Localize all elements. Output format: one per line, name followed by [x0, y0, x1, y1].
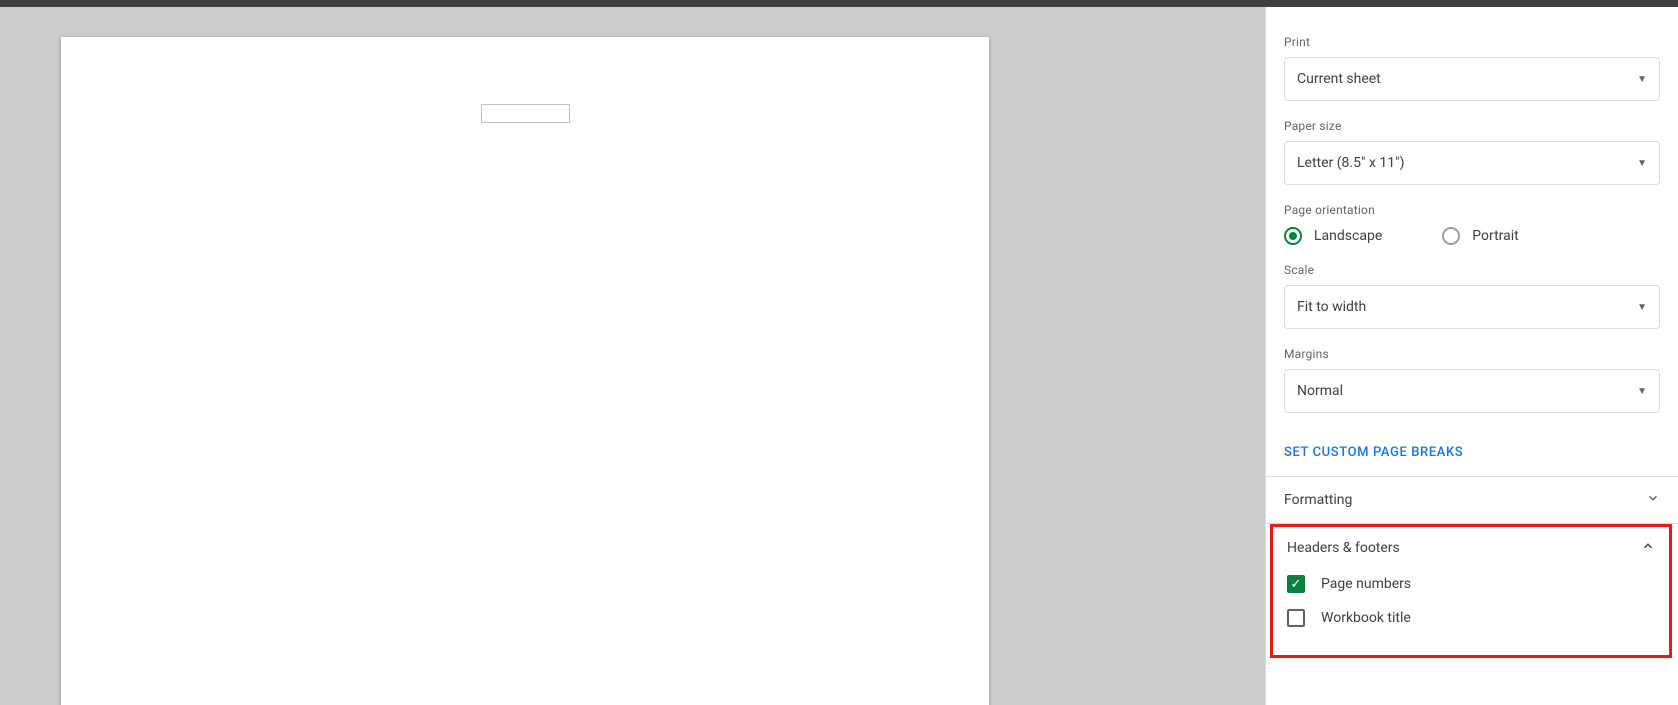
page-header-placeholder	[481, 104, 570, 123]
headers-footers-collapsible[interactable]: Headers & footers	[1273, 527, 1669, 567]
margins-section: Margins Normal ▼	[1266, 347, 1678, 431]
set-custom-page-breaks-link[interactable]: SET CUSTOM PAGE BREAKS	[1284, 431, 1660, 476]
margins-select[interactable]: Normal ▼	[1284, 369, 1660, 413]
dropdown-caret-icon: ▼	[1637, 74, 1647, 85]
page-numbers-checkbox-row[interactable]: ✓ Page numbers	[1273, 567, 1669, 601]
radio-selected-icon	[1284, 227, 1302, 245]
print-section: Print Current sheet ▼	[1266, 35, 1678, 119]
print-select-value: Current sheet	[1297, 71, 1381, 87]
orientation-section: Page orientation Landscape Portrait	[1266, 203, 1678, 263]
formatting-label: Formatting	[1284, 492, 1352, 508]
paper-size-label: Paper size	[1284, 119, 1660, 133]
paper-size-select[interactable]: Letter (8.5" x 11") ▼	[1284, 141, 1660, 185]
formatting-collapsible[interactable]: Formatting	[1266, 477, 1678, 523]
checkbox-unchecked-icon	[1287, 609, 1305, 627]
dropdown-caret-icon: ▼	[1637, 386, 1647, 397]
chevron-up-icon	[1641, 539, 1655, 557]
orientation-label: Page orientation	[1284, 203, 1660, 217]
print-settings-sidebar: Print Current sheet ▼ Paper size Letter …	[1265, 7, 1678, 705]
main-container: Print Current sheet ▼ Paper size Letter …	[0, 7, 1678, 705]
headers-footers-highlight: Headers & footers ✓ Page numbers Workboo…	[1270, 524, 1672, 658]
dropdown-caret-icon: ▼	[1637, 302, 1647, 313]
headers-footers-label: Headers & footers	[1287, 540, 1400, 556]
paper-size-value: Letter (8.5" x 11")	[1297, 155, 1404, 171]
dropdown-caret-icon: ▼	[1637, 158, 1647, 169]
workbook-title-label: Workbook title	[1321, 610, 1411, 626]
workbook-title-checkbox-row[interactable]: Workbook title	[1273, 601, 1669, 635]
scale-section: Scale Fit to width ▼	[1266, 263, 1678, 347]
orientation-portrait-radio[interactable]: Portrait	[1442, 227, 1518, 245]
orientation-landscape-radio[interactable]: Landscape	[1284, 227, 1382, 245]
orientation-portrait-label: Portrait	[1472, 228, 1518, 244]
scale-select[interactable]: Fit to width ▼	[1284, 285, 1660, 329]
margins-value: Normal	[1297, 383, 1343, 399]
print-select[interactable]: Current sheet ▼	[1284, 57, 1660, 101]
scale-value: Fit to width	[1297, 299, 1366, 315]
radio-unselected-icon	[1442, 227, 1460, 245]
print-label: Print	[1284, 35, 1660, 49]
page-numbers-label: Page numbers	[1321, 576, 1411, 592]
margins-label: Margins	[1284, 347, 1660, 361]
scale-label: Scale	[1284, 263, 1660, 277]
paper-size-section: Paper size Letter (8.5" x 11") ▼	[1266, 119, 1678, 203]
page-preview	[61, 37, 989, 705]
orientation-landscape-label: Landscape	[1314, 228, 1382, 244]
chevron-down-icon	[1646, 491, 1660, 509]
checkbox-checked-icon: ✓	[1287, 575, 1305, 593]
print-preview-area	[0, 7, 1265, 705]
top-toolbar-strip	[0, 0, 1678, 7]
